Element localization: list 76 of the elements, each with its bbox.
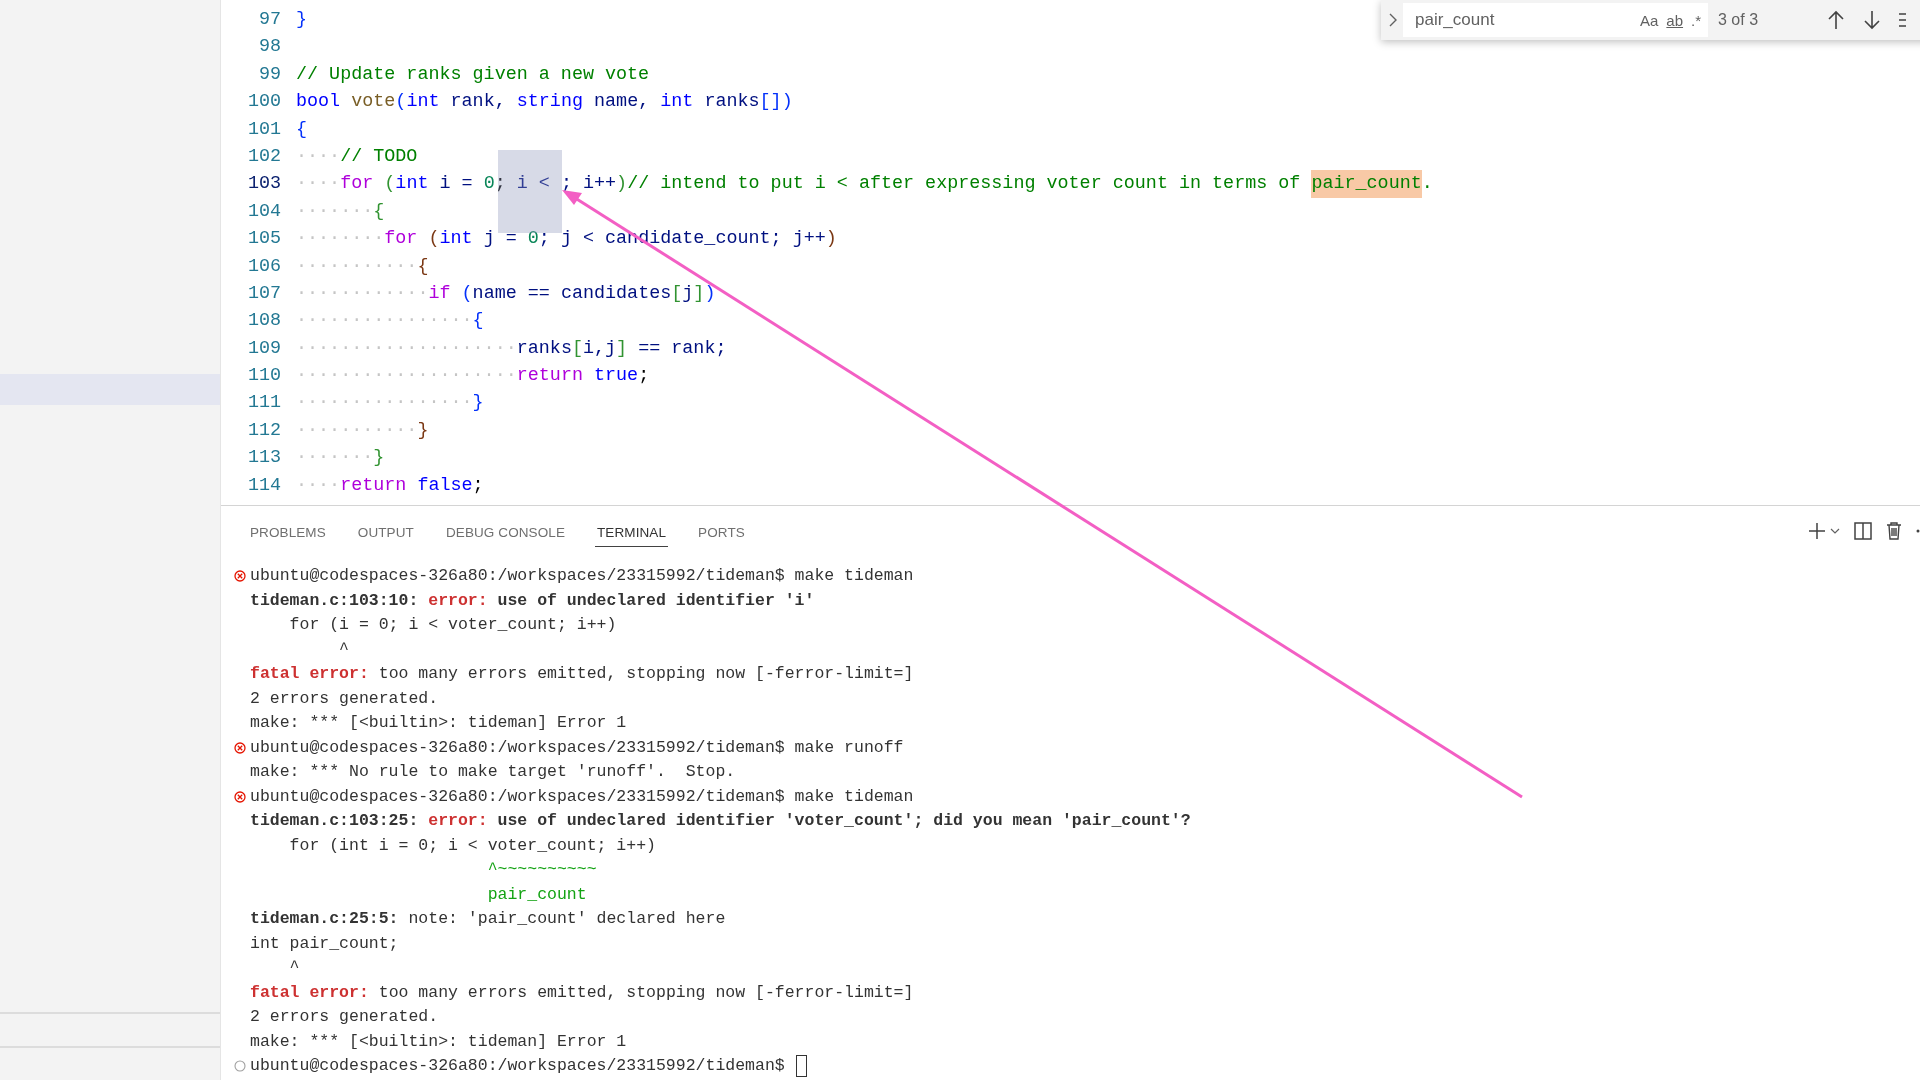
error-circle-icon[interactable] bbox=[234, 790, 246, 803]
terminal-line: int pair_count; bbox=[250, 932, 399, 955]
code-line: ···········{ bbox=[296, 254, 429, 279]
code-line: // Update ranks given a new vote bbox=[296, 62, 650, 87]
code-line: ····// TODO bbox=[296, 144, 418, 169]
line-number: 107 bbox=[246, 281, 282, 306]
line-number: 97 bbox=[257, 8, 282, 32]
arrow-up-icon[interactable] bbox=[1828, 10, 1844, 30]
terminal-line: 2 errors generated. bbox=[250, 687, 439, 710]
code-line: ············if (name == candidates[j]) bbox=[296, 281, 716, 306]
line-number: 99 bbox=[257, 62, 282, 87]
error-circle-icon[interactable] bbox=[234, 741, 246, 754]
terminal-line: pair_count bbox=[486, 883, 587, 906]
find-option-toggle[interactable]: Aa bbox=[1636, 11, 1663, 29]
line-number: 104 bbox=[246, 199, 282, 224]
line-number: 110 bbox=[246, 364, 282, 389]
split-icon[interactable] bbox=[1854, 522, 1872, 540]
code-line: ················} bbox=[296, 391, 484, 416]
code-line: ····················ranks[i,j] == rank; bbox=[296, 336, 727, 361]
find-option-toggle[interactable]: ab bbox=[1662, 11, 1688, 29]
line-number: 109 bbox=[246, 336, 282, 361]
line-number: 98 bbox=[257, 35, 282, 60]
code-line: ···········} bbox=[296, 418, 429, 443]
chevron-down-icon[interactable] bbox=[1830, 528, 1840, 534]
line-number: 114 bbox=[246, 473, 282, 498]
terminal-line: tideman.c:103:10: error: use of undeclared identifier 'i' bbox=[250, 589, 815, 612]
terminal-line: fatal error: too many errors emitted, stopping now [-ferror-limit=] bbox=[250, 981, 914, 1004]
line-number: 106 bbox=[246, 254, 282, 279]
terminal-line: make: *** [<builtin>: tideman] Error 1 bbox=[250, 1030, 627, 1053]
code-line: ····················return true; bbox=[296, 364, 650, 389]
terminal-line: ubuntu@codespaces-326a80:/workspaces/23315992/tideman$ make runoff bbox=[250, 736, 904, 759]
terminal-line: ubuntu@codespaces-326a80:/workspaces/23315992/tideman$ bbox=[250, 1055, 786, 1077]
terminal-line: ^~~~~~~~~~~ bbox=[486, 859, 597, 881]
terminal-line: 2 errors generated. bbox=[250, 1006, 439, 1028]
terminal-line: make: *** No rule to make target 'runoff'. Stop. bbox=[250, 761, 736, 783]
terminal-line: ubuntu@codespaces-326a80:/workspaces/23315992/tideman$ make tideman bbox=[250, 565, 914, 587]
code-line: { bbox=[296, 117, 308, 142]
line-number: 112 bbox=[246, 418, 282, 443]
terminal-line: ^ bbox=[338, 638, 350, 661]
lines-icon[interactable] bbox=[1899, 13, 1906, 27]
panel-tab[interactable]: OUTPUT bbox=[355, 515, 416, 547]
terminal-line: ^ bbox=[288, 957, 300, 979]
terminal-line: fatal error: too many errors emitted, stopping now [-ferror-limit=] bbox=[250, 663, 914, 685]
code-line: ·······} bbox=[296, 446, 385, 471]
arrow-down-icon[interactable] bbox=[1864, 10, 1880, 30]
panel-tab[interactable]: PORTS bbox=[696, 515, 747, 547]
code-line: ····return false; bbox=[296, 473, 484, 498]
code-line: ·······{ bbox=[296, 199, 385, 224]
terminal-line: tideman.c:25:5: note: 'pair_count' declared here bbox=[250, 908, 726, 930]
line-number: 111 bbox=[246, 391, 282, 416]
find-input-field[interactable]: pair_count Aa ab .* bbox=[1403, 3, 1708, 37]
chevron-right-icon[interactable] bbox=[1389, 13, 1397, 27]
find-option-toggle[interactable]: .* bbox=[1687, 11, 1706, 29]
panel-tab[interactable]: TERMINAL bbox=[595, 515, 669, 547]
panel-tab[interactable]: DEBUG CONSOLE bbox=[443, 515, 567, 547]
panel-tab[interactable]: PROBLEMS bbox=[248, 515, 328, 547]
terminal-line: tideman.c:103:25: error: use of undeclared identifier 'voter_count'; did you mean 'pair_count'? bbox=[250, 810, 1191, 832]
line-number: 103 bbox=[246, 172, 282, 197]
code-line: ················{ bbox=[296, 309, 484, 334]
error-circle-icon[interactable] bbox=[234, 570, 246, 583]
line-number: 101 bbox=[246, 117, 282, 142]
terminal-line: ubuntu@codespaces-326a80:/workspaces/23315992/tideman$ make tideman bbox=[250, 785, 914, 808]
code-line: } bbox=[296, 8, 308, 32]
line-number: 102 bbox=[246, 144, 282, 169]
trash-icon[interactable] bbox=[1886, 522, 1902, 540]
line-number: 108 bbox=[246, 309, 282, 334]
terminal-line: for (int i = 0; i < voter_count; i++) bbox=[288, 834, 656, 857]
plus-icon[interactable] bbox=[1808, 522, 1826, 540]
line-number: 100 bbox=[246, 90, 282, 115]
terminal-line: for (i = 0; i < voter_count; i++) bbox=[288, 614, 617, 636]
terminal-line: make: *** [<builtin>: tideman] Error 1 bbox=[250, 712, 627, 734]
match-count: 3 of 3 bbox=[1718, 11, 1760, 29]
code-line: bool vote(int rank, string name, int ranks[]) bbox=[296, 90, 793, 115]
code-line: ····for (int i = 0; i < ; i++)// intend to put i < after expressing voter count in terms of pair_count. bbox=[296, 170, 1433, 198]
line-number: 105 bbox=[246, 227, 282, 252]
line-number: 113 bbox=[246, 446, 282, 471]
